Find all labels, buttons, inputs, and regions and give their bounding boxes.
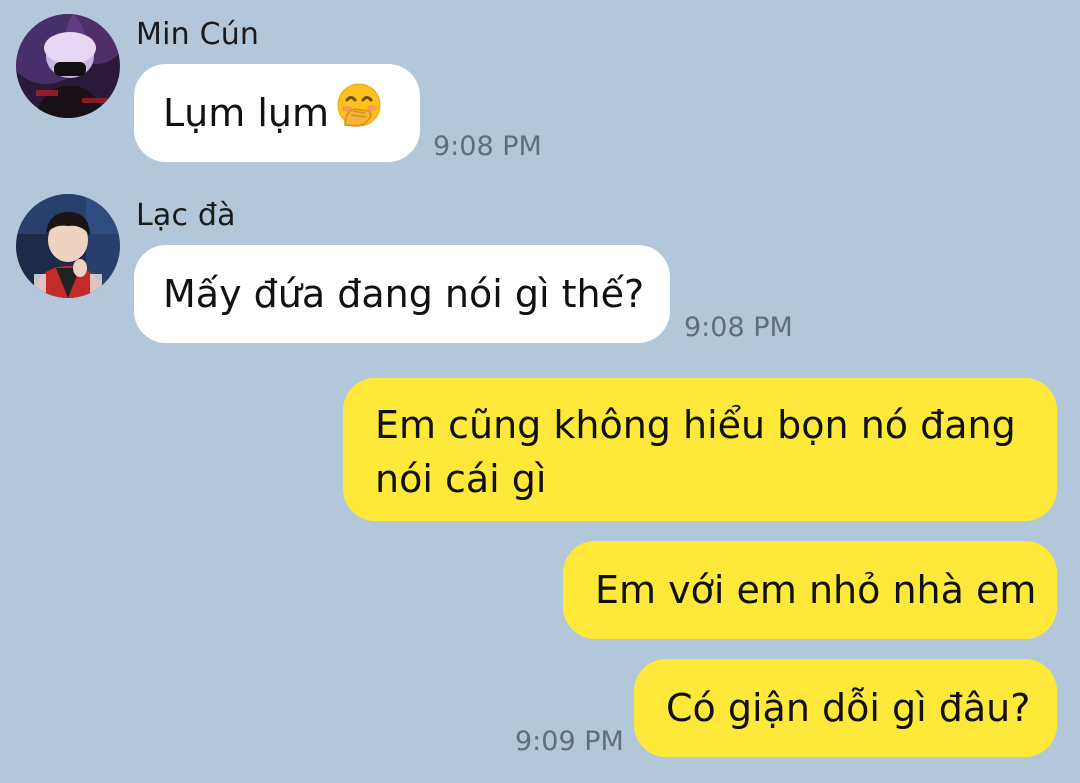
message-bubble[interactable]: Em cũng không hiểu bọn nó đang nói cái g… [343,378,1057,521]
message-text: Có giận dỗi gì đâu? [666,686,1031,730]
message-bubble[interactable]: Mấy đứa đang nói gì thế? [134,245,670,343]
sender-name: Min Cún [136,17,260,52]
hand-over-mouth-emoji-icon [335,81,383,143]
chat-area[interactable]: Min Cún Lụm lụm 9:08 PM Lạc đà Mấy đứa đ… [0,0,1080,783]
message-timestamp: 9:08 PM [684,312,793,343]
avatar-lac-da[interactable] [16,194,120,298]
message-text-line: nói cái gì [375,457,547,501]
message-timestamp: 9:09 PM [515,726,624,757]
message-bubble[interactable]: Có giận dỗi gì đâu? [634,659,1057,757]
message-bubble[interactable]: Lụm lụm [134,64,420,162]
sender-name: Lạc đà [136,198,236,233]
profile-photo-icon [16,14,120,118]
message-timestamp: 9:08 PM [433,131,542,162]
message-text-line: Em cũng không hiểu bọn nó đang [375,403,1016,447]
profile-photo-icon [16,194,120,298]
message-text: Em với em nhỏ nhà em [595,568,1037,612]
avatar-min-cun[interactable] [16,14,120,118]
message-bubble[interactable]: Em với em nhỏ nhà em [563,541,1057,639]
message-text: Mấy đứa đang nói gì thế? [163,272,645,316]
message-text: Lụm lụm [163,91,330,135]
